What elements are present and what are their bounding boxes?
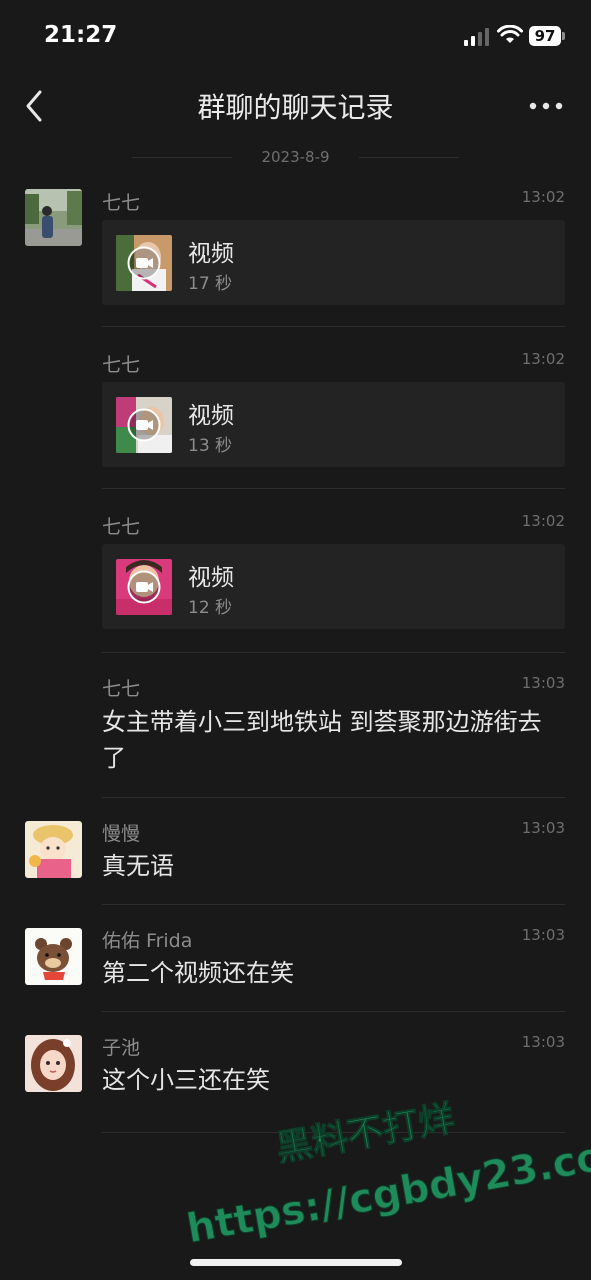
video-thumbnail <box>116 235 172 291</box>
nav-bar: 群聊的聊天记录 <box>0 72 591 140</box>
sender-name: 慢慢 <box>102 823 141 845</box>
avatar[interactable] <box>25 1035 82 1092</box>
message-time: 13:03 <box>521 926 565 944</box>
video-label: 视频 <box>188 241 234 267</box>
avatar[interactable] <box>25 928 82 985</box>
video-label: 视频 <box>188 403 234 429</box>
video-camera-icon <box>127 246 161 280</box>
video-thumbnail <box>116 397 172 453</box>
battery-icon: 97 <box>529 26 565 46</box>
avatar[interactable] <box>25 821 82 878</box>
message-time: 13:03 <box>521 674 565 692</box>
more-dots-icon[interactable] <box>528 98 564 114</box>
video-duration: 13 秒 <box>188 436 233 456</box>
message-text: 女主带着小三到地铁站 到荟聚那边游街去了 <box>102 708 542 772</box>
video-thumbnail <box>116 559 172 615</box>
sender-name: 七七 <box>102 354 141 376</box>
message-item: 佑佑 Frida 13:03 第二个视频还在笑 <box>0 924 591 1012</box>
message-time: 13:02 <box>521 512 565 530</box>
sender-name: 七七 <box>102 516 141 538</box>
video-message-card[interactable]: 视频 12 秒 <box>102 544 565 629</box>
sender-name: 七七 <box>102 192 141 214</box>
video-camera-icon <box>127 570 161 604</box>
sender-name: 七七 <box>102 678 141 700</box>
wifi-icon <box>497 25 523 43</box>
video-duration: 17 秒 <box>188 274 233 294</box>
message-text: 真无语 <box>102 852 174 880</box>
video-camera-icon <box>127 408 161 442</box>
message-item: 七七 13:03 女主带着小三到地铁站 到荟聚那边游街去了 <box>0 672 591 798</box>
message-time: 13:02 <box>521 188 565 206</box>
message-item: 慢慢 13:03 真无语 <box>0 817 591 905</box>
signal-icon <box>464 28 489 46</box>
battery-level: 97 <box>529 26 561 46</box>
message-item: 七七 13:02 视频 13 秒 <box>0 347 591 489</box>
message-time: 13:03 <box>521 819 565 837</box>
message-time: 13:02 <box>521 350 565 368</box>
date-separator: 2023-8-9 <box>0 145 591 169</box>
avatar[interactable] <box>25 189 82 246</box>
video-label: 视频 <box>188 565 234 591</box>
video-message-card[interactable]: 视频 13 秒 <box>102 382 565 467</box>
message-text: 第二个视频还在笑 <box>102 959 294 987</box>
message-item: 子池 13:03 这个小三还在笑 <box>0 1031 591 1135</box>
message-time: 13:03 <box>521 1033 565 1051</box>
home-indicator[interactable] <box>190 1259 402 1266</box>
message-item: 七七 13:02 视频 17 秒 <box>0 185 591 327</box>
video-duration: 12 秒 <box>188 598 233 618</box>
video-message-card[interactable]: 视频 17 秒 <box>102 220 565 305</box>
message-text: 这个小三还在笑 <box>102 1066 270 1094</box>
sender-name: 子池 <box>102 1037 141 1059</box>
sender-name: 佑佑 Frida <box>102 930 193 952</box>
date-label: 2023-8-9 <box>261 148 330 166</box>
watermark-line2: https://cgbdy23.com <box>183 1127 591 1253</box>
message-item: 七七 13:02 视频 12 秒 <box>0 509 591 653</box>
status-time: 21:27 <box>44 22 118 48</box>
page-title: 群聊的聊天记录 <box>197 91 394 124</box>
status-bar: 21:27 97 <box>0 0 591 72</box>
